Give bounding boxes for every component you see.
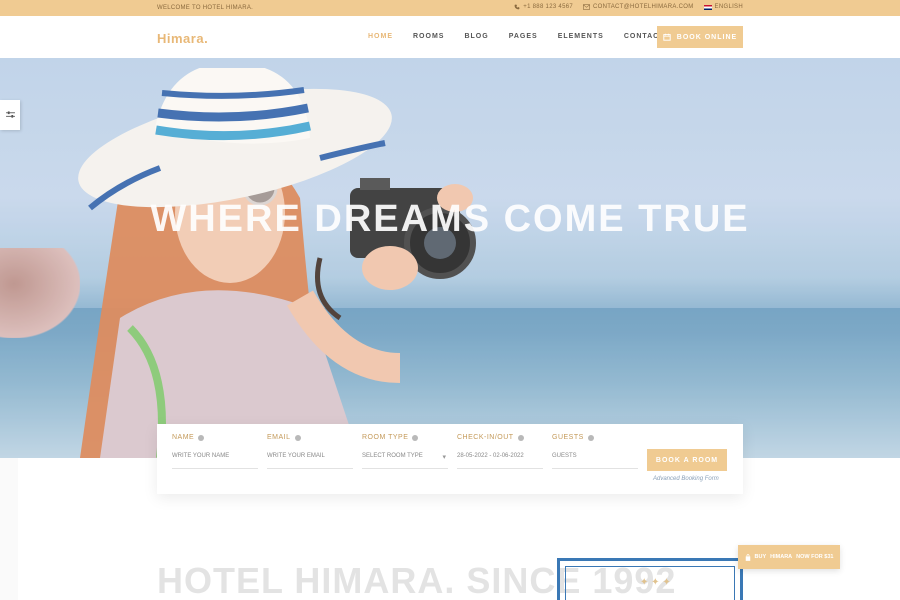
calendar-icon [663, 33, 671, 41]
advanced-booking-link[interactable]: Advanced Booking Form [653, 476, 719, 482]
name-field: NAME WRITE YOUR NAME [172, 434, 258, 469]
hero-title: WHERE DREAMS COME TRUE [150, 198, 750, 240]
booking-form: NAME WRITE YOUR NAME EMAIL WRITE YOUR EM… [157, 424, 743, 494]
room-type-select[interactable]: SELECT ROOM TYPE ▾ [362, 453, 448, 469]
nav-blog[interactable]: BLOG [464, 33, 488, 40]
nav-pages[interactable]: PAGES [509, 33, 538, 40]
buy-brand: HIMARA [770, 554, 793, 560]
language-selector[interactable]: ENGLISH [703, 4, 743, 10]
check-in-out-label: CHECK-IN/OUT [457, 434, 514, 441]
info-icon[interactable] [412, 434, 419, 441]
buy-suffix: NOW FOR $31 [796, 554, 834, 560]
nav-home[interactable]: HOME [368, 33, 393, 40]
hotel-emblem-icon: ✦ ✦ ✦ [640, 577, 671, 588]
email-field: EMAIL WRITE YOUR EMAIL [267, 434, 353, 469]
left-margin-strip [0, 458, 18, 600]
nav-rooms[interactable]: ROOMS [413, 33, 444, 40]
nav-elements[interactable]: ELEMENTS [558, 33, 604, 40]
hotel-emblem-frame: ✦ ✦ ✦ [557, 558, 743, 600]
hero-overlay [0, 58, 900, 458]
info-icon[interactable] [587, 434, 594, 441]
room-type-label: ROOM TYPE [362, 434, 409, 441]
name-input[interactable]: WRITE YOUR NAME [172, 453, 258, 469]
info-icon[interactable] [198, 434, 205, 441]
room-type-value: SELECT ROOM TYPE [362, 453, 423, 459]
language-label: ENGLISH [714, 4, 743, 10]
guests-label: GUESTS [552, 434, 584, 441]
envelope-icon [582, 4, 590, 10]
main-header: Himara. HOME ROOMS BLOG PAGES ELEMENTS C… [0, 16, 900, 58]
check-in-out-input[interactable]: 28-05-2022 - 02-06-2022 [457, 453, 543, 469]
phone-link[interactable]: +1 888 123 4567 [514, 4, 573, 10]
check-in-out-field: CHECK-IN/OUT 28-05-2022 - 02-06-2022 [457, 434, 543, 469]
site-logo[interactable]: Himara. [157, 31, 208, 46]
shopping-bag-icon [745, 553, 750, 561]
book-online-label: BOOK ONLINE [676, 33, 738, 41]
email-link[interactable]: CONTACT@HOTELHIMARA.COM [582, 4, 694, 10]
welcome-text: WELCOME TO HOTEL HIMARA. [157, 5, 254, 11]
email-label: EMAIL [267, 434, 291, 441]
book-online-button[interactable]: BOOK ONLINE [657, 26, 743, 48]
main-nav: HOME ROOMS BLOG PAGES ELEMENTS CONTACT U… [368, 33, 699, 40]
hero-section: WHERE DREAMS COME TRUE [0, 58, 900, 458]
buy-prefix: BUY [754, 554, 767, 560]
guests-field: GUESTS GUESTS [552, 434, 638, 469]
guests-input[interactable]: GUESTS [552, 453, 638, 469]
email-address: CONTACT@HOTELHIMARA.COM [592, 4, 694, 10]
settings-panel-toggle[interactable] [0, 100, 20, 130]
name-label: NAME [172, 434, 195, 441]
info-icon[interactable] [517, 434, 524, 441]
uk-flag-icon [703, 4, 712, 10]
email-input[interactable]: WRITE YOUR EMAIL [267, 453, 353, 469]
info-icon[interactable] [294, 434, 301, 441]
phone-number: +1 888 123 4567 [523, 4, 573, 10]
top-bar-contacts: +1 888 123 4567 CONTACT@HOTELHIMARA.COM … [514, 4, 743, 10]
top-bar: WELCOME TO HOTEL HIMARA. +1 888 123 4567… [0, 0, 900, 16]
room-type-field: ROOM TYPE SELECT ROOM TYPE ▾ [362, 434, 448, 469]
dropdown-caret-icon: ▾ [442, 454, 446, 461]
buy-now-badge[interactable]: BUY HIMARA NOW FOR $31 [738, 545, 840, 569]
sliders-icon [5, 111, 15, 118]
book-a-room-button[interactable]: BOOK A ROOM [647, 449, 727, 471]
phone-icon [514, 4, 520, 10]
